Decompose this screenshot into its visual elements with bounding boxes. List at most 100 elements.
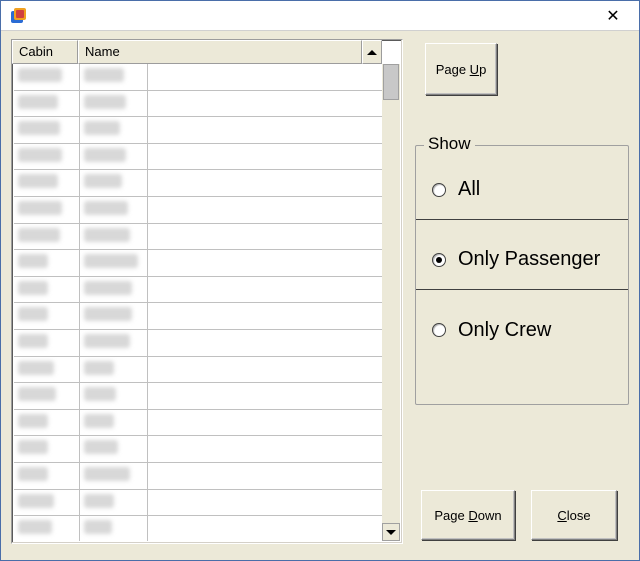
- cell-cabin: [14, 170, 80, 197]
- cell-spacer: [148, 197, 400, 224]
- table-body: [14, 64, 400, 541]
- cell-spacer: [148, 463, 400, 490]
- cell-name: [80, 490, 148, 517]
- cell-name: [80, 436, 148, 463]
- client-area: Cabin Name Page Up Show: [1, 31, 639, 560]
- table-row[interactable]: [14, 117, 400, 144]
- cell-name: [80, 303, 148, 330]
- cell-spacer: [148, 64, 400, 91]
- cell-name: [80, 357, 148, 384]
- cell-name: [80, 277, 148, 304]
- table-row[interactable]: [14, 303, 400, 330]
- page-up-label-ul: U: [470, 62, 479, 77]
- cell-cabin: [14, 277, 80, 304]
- cell-spacer: [148, 117, 400, 144]
- table-row[interactable]: [14, 516, 400, 541]
- close-button[interactable]: Close: [531, 490, 617, 540]
- cell-spacer: [148, 250, 400, 277]
- cell-spacer: [148, 357, 400, 384]
- filter-option[interactable]: All: [416, 160, 628, 220]
- radio-icon: [432, 183, 446, 197]
- table-row[interactable]: [14, 144, 400, 171]
- table-row[interactable]: [14, 91, 400, 118]
- cell-name: [80, 250, 148, 277]
- table-row[interactable]: [14, 490, 400, 517]
- table-row[interactable]: [14, 357, 400, 384]
- page-up-label-post: p: [479, 62, 486, 77]
- chevron-up-icon: [367, 50, 377, 55]
- close-label-post: lose: [567, 508, 591, 523]
- cell-spacer: [148, 410, 400, 437]
- cell-cabin: [14, 410, 80, 437]
- radio-icon: [432, 253, 446, 267]
- cell-name: [80, 197, 148, 224]
- page-down-button[interactable]: Page Down: [421, 490, 515, 540]
- filter-option[interactable]: Only Crew: [416, 300, 628, 360]
- cell-spacer: [148, 91, 400, 118]
- window-close-button[interactable]: ✕: [591, 1, 635, 31]
- cell-cabin: [14, 144, 80, 171]
- column-header-cabin[interactable]: Cabin: [12, 40, 78, 64]
- cell-cabin: [14, 224, 80, 251]
- page-up-button[interactable]: Page Up: [425, 43, 497, 95]
- cell-cabin: [14, 463, 80, 490]
- column-header-name[interactable]: Name: [78, 40, 362, 64]
- cell-cabin: [14, 197, 80, 224]
- scroll-up-button[interactable]: [362, 40, 382, 64]
- table-row[interactable]: [14, 277, 400, 304]
- cell-cabin: [14, 91, 80, 118]
- cell-cabin: [14, 64, 80, 91]
- cell-spacer: [148, 490, 400, 517]
- cell-spacer: [148, 436, 400, 463]
- show-filter-group: Show AllOnly PassengerOnly Crew: [415, 145, 629, 405]
- cell-cabin: [14, 516, 80, 541]
- chevron-down-icon: [386, 530, 396, 535]
- scroll-down-button[interactable]: [382, 523, 400, 541]
- cell-cabin: [14, 490, 80, 517]
- show-filter-legend: Show: [424, 134, 475, 154]
- table-row[interactable]: [14, 197, 400, 224]
- cell-name: [80, 410, 148, 437]
- cell-spacer: [148, 330, 400, 357]
- table-row[interactable]: [14, 463, 400, 490]
- table-row[interactable]: [14, 250, 400, 277]
- page-up-label-pre: Page: [436, 62, 470, 77]
- table-header: Cabin Name: [12, 40, 402, 64]
- close-label-ul: C: [557, 508, 566, 523]
- cell-name: [80, 91, 148, 118]
- cell-name: [80, 170, 148, 197]
- cell-name: [80, 224, 148, 251]
- table-row[interactable]: [14, 170, 400, 197]
- app-icon: [9, 7, 27, 25]
- dialog-window: ✕ Cabin Name Page Up: [0, 0, 640, 561]
- table-row[interactable]: [14, 224, 400, 251]
- scroll-thumb[interactable]: [383, 64, 399, 100]
- cell-name: [80, 144, 148, 171]
- table-row[interactable]: [14, 330, 400, 357]
- cell-cabin: [14, 250, 80, 277]
- table-row[interactable]: [14, 436, 400, 463]
- cell-name: [80, 516, 148, 541]
- page-down-label-post: own: [478, 508, 502, 523]
- cell-spacer: [148, 383, 400, 410]
- table-row[interactable]: [14, 64, 400, 91]
- vertical-scrollbar[interactable]: [382, 64, 400, 541]
- cell-cabin: [14, 383, 80, 410]
- filter-option-label: All: [458, 178, 480, 201]
- cell-spacer: [148, 277, 400, 304]
- cell-name: [80, 64, 148, 91]
- table-row[interactable]: [14, 383, 400, 410]
- table-row[interactable]: [14, 410, 400, 437]
- cell-name: [80, 383, 148, 410]
- radio-icon: [432, 323, 446, 337]
- cell-name: [80, 117, 148, 144]
- cell-spacer: [148, 224, 400, 251]
- cell-cabin: [14, 357, 80, 384]
- cell-name: [80, 330, 148, 357]
- cell-cabin: [14, 436, 80, 463]
- filter-option[interactable]: Only Passenger: [416, 230, 628, 290]
- cell-cabin: [14, 117, 80, 144]
- cell-spacer: [148, 303, 400, 330]
- page-down-label-pre: Page: [434, 508, 468, 523]
- right-pane: Page Up Show AllOnly PassengerOnly Crew …: [415, 39, 629, 550]
